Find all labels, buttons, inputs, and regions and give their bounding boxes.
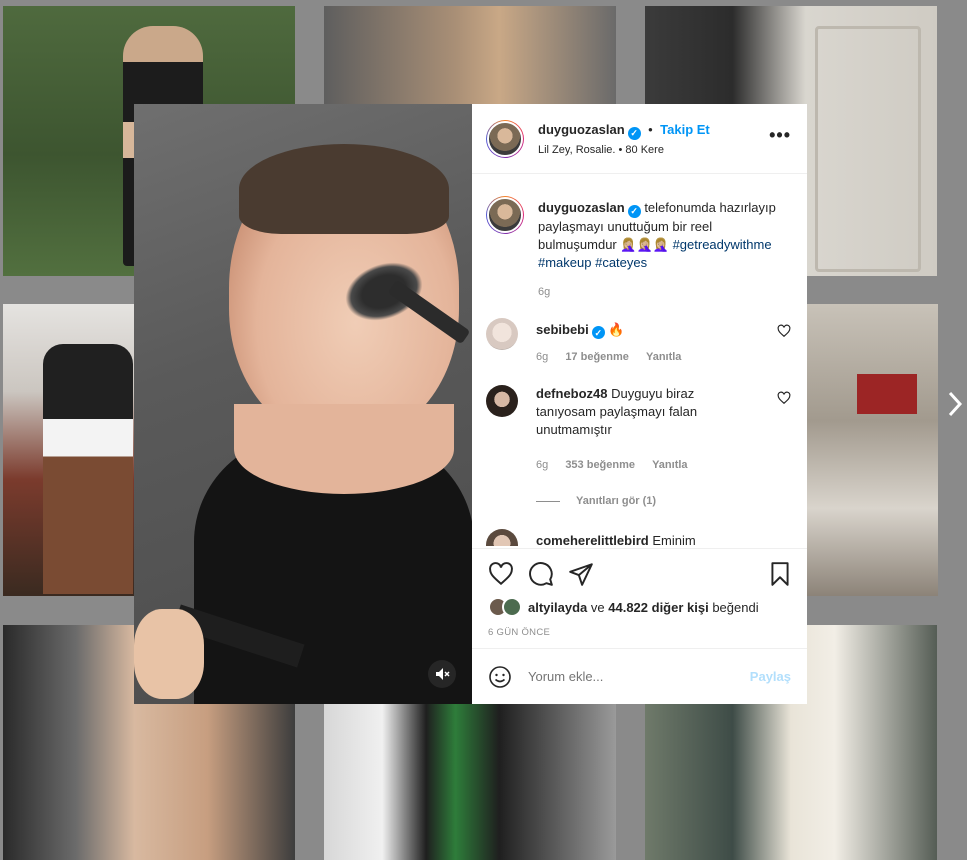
caption-username[interactable]: duyguozaslan	[538, 200, 625, 215]
separator-dot: •	[648, 122, 653, 137]
more-options-icon[interactable]: •••	[769, 126, 791, 144]
grid-post-4[interactable]	[3, 304, 134, 596]
comment-text: Eminim	[652, 533, 696, 546]
post-modal: duyguozaslan ✓ • Takip Et Lil Zey, Rosali…	[134, 104, 807, 704]
comment-likes[interactable]: 353 beğenme	[565, 459, 635, 471]
avatar[interactable]	[486, 119, 524, 158]
verified-badge-icon: ✓	[591, 326, 605, 339]
reel-video[interactable]	[134, 104, 472, 704]
post-date[interactable]: 6 GÜN ÖNCE	[488, 627, 550, 638]
play-count: 80 Kere	[625, 144, 664, 156]
divider-line	[536, 500, 560, 502]
emoji-icon[interactable]	[488, 665, 512, 689]
verified-badge-icon: ✓	[627, 127, 641, 140]
caption: duyguozaslan ✓ telefonumda hazırlayıp pay…	[486, 196, 791, 298]
reply-button[interactable]: Yanıtla	[646, 351, 681, 363]
likes-summary: altyilayda ve 44.822 diğer kişi beğendi	[488, 597, 759, 617]
comment-likes[interactable]: 17 beğenme	[565, 351, 629, 363]
comment-item: comeherelittlebird Eminim	[486, 529, 791, 546]
view-replies-button[interactable]: Yanıtları gör (1)	[576, 495, 656, 507]
comment-time[interactable]: 6g	[536, 459, 548, 471]
comment-text: 🔥	[608, 321, 625, 337]
grid-post-2[interactable]	[324, 6, 616, 104]
video-frame	[134, 104, 472, 704]
liked-by-user[interactable]: altyilayda	[528, 600, 587, 615]
comment-icon[interactable]	[528, 561, 554, 587]
follow-button[interactable]: Takip Et	[660, 122, 710, 137]
post-header: duyguozaslan ✓ • Takip Et Lil Zey, Rosali…	[472, 104, 807, 174]
comment-time[interactable]: 6g	[536, 351, 548, 363]
post-panel: duyguozaslan ✓ • Takip Et Lil Zey, Rosali…	[472, 104, 807, 704]
add-comment-bar: Paylaş	[472, 648, 807, 704]
bookmark-icon[interactable]	[767, 561, 793, 587]
post-comment-button[interactable]: Paylaş	[750, 669, 791, 684]
audio-label[interactable]: Lil Zey, Rosalie.	[538, 144, 615, 156]
avatar	[502, 597, 522, 617]
heart-icon[interactable]	[777, 324, 791, 338]
grid-post-6[interactable]	[807, 304, 938, 596]
muted-speaker-icon[interactable]	[428, 660, 456, 688]
likes-connector: ve	[590, 599, 605, 615]
reply-button[interactable]: Yanıtla	[652, 459, 687, 471]
avatar[interactable]	[486, 385, 518, 417]
share-icon[interactable]	[568, 561, 594, 587]
avatar[interactable]	[486, 317, 518, 350]
post-actions: altyilayda ve 44.822 diğer kişi beğendi …	[472, 548, 807, 649]
comment-username[interactable]: comeherelittlebird	[536, 533, 649, 546]
verified-badge-icon: ✓	[627, 204, 641, 218]
comment-item: sebibebi ✓ 🔥 6g 17 beğenme Yanıtla	[486, 317, 791, 363]
likes-count[interactable]: 44.822 diğer kişi	[608, 600, 708, 615]
caption-time[interactable]: 6g	[538, 286, 550, 298]
author-username[interactable]: duyguozaslan	[538, 122, 625, 137]
comment-username[interactable]: defneboz48	[536, 386, 608, 401]
heart-icon[interactable]	[777, 391, 791, 405]
avatar[interactable]	[486, 529, 518, 546]
comment-username[interactable]: sebibebi	[536, 322, 589, 337]
chevron-right-icon[interactable]	[946, 390, 964, 423]
avatar[interactable]	[486, 196, 524, 234]
grid-post-8[interactable]	[324, 704, 616, 860]
comments-list: duyguozaslan ✓ telefonumda hazırlayıp pay…	[472, 174, 807, 546]
likes-suffix: beğendi	[712, 599, 759, 615]
comment-item: defneboz48 Duyguyu biraz tanıyosam payla…	[486, 385, 791, 507]
comment-input[interactable]	[526, 668, 750, 685]
heart-icon[interactable]	[488, 561, 514, 587]
